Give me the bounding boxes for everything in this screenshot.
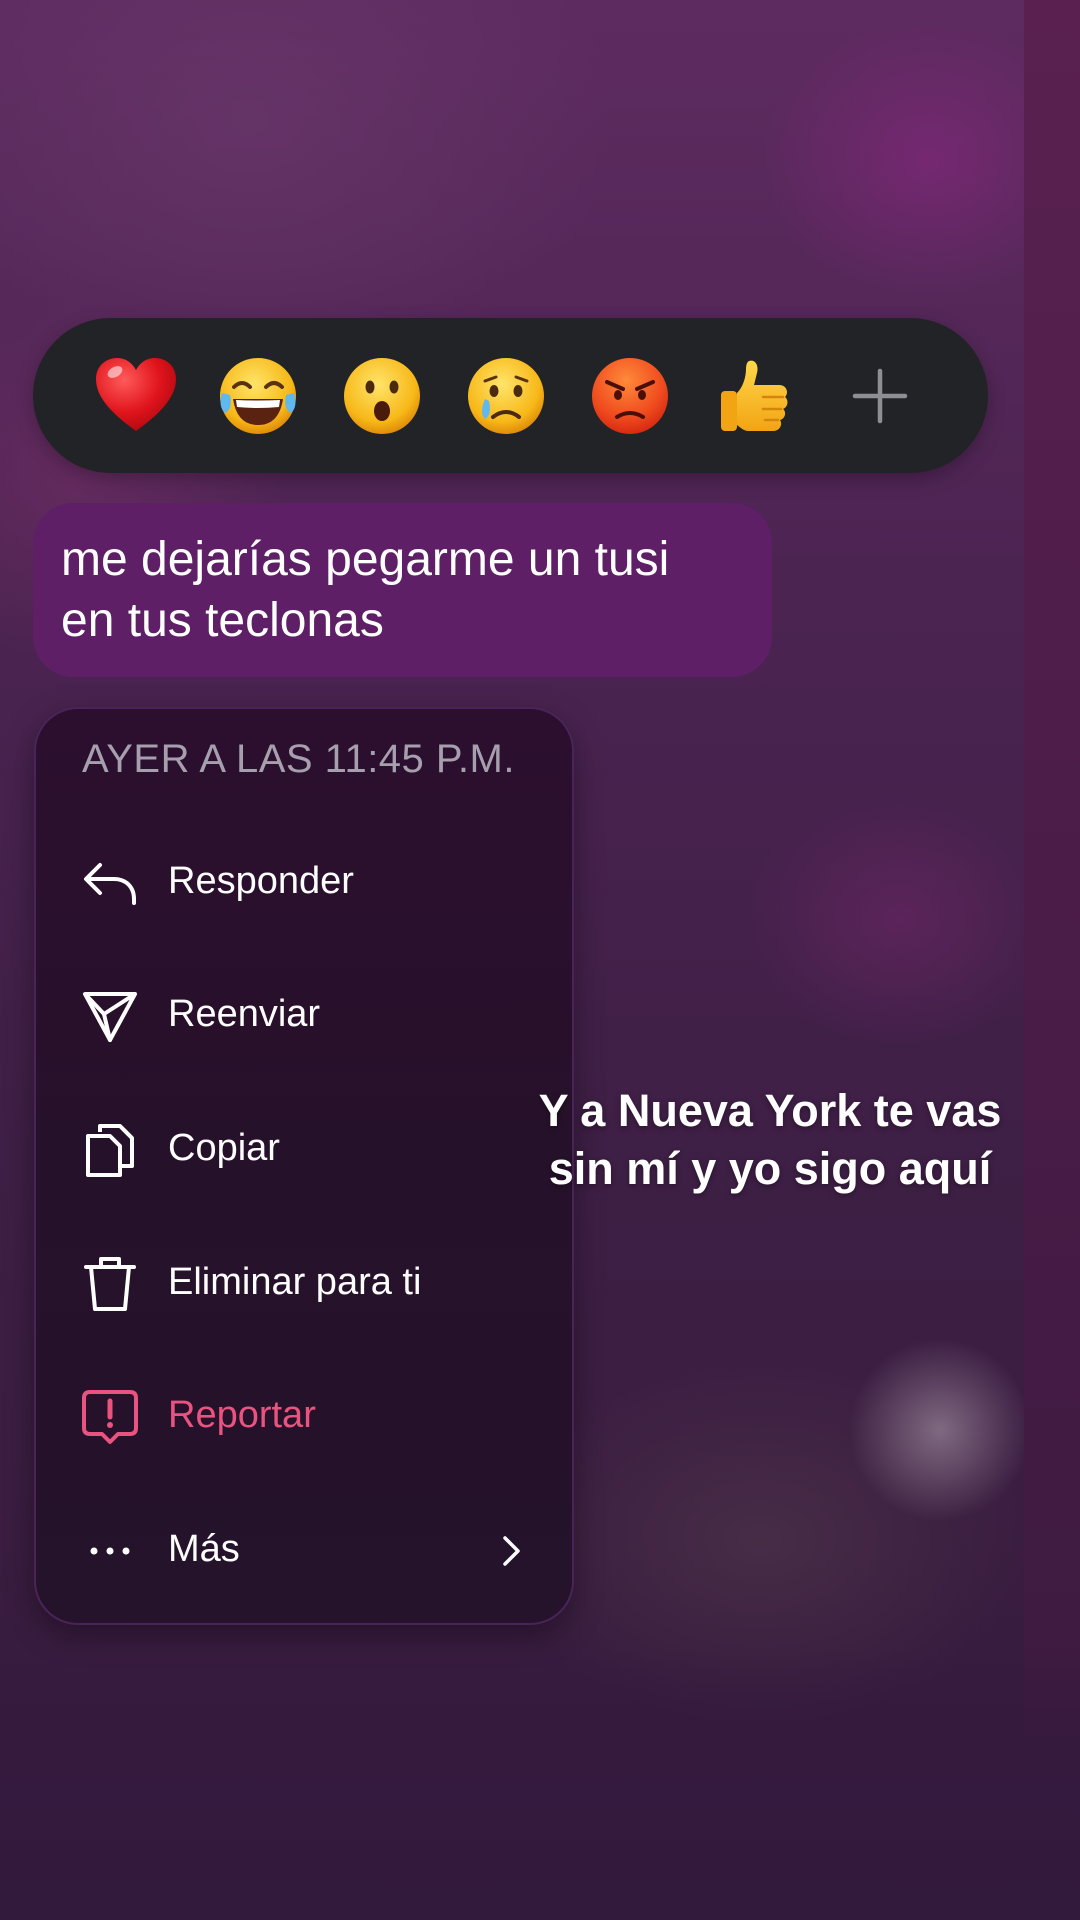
trash-icon [80,1254,140,1314]
menu-item-copy-label: Copiar [168,1127,280,1169]
message-bubble[interactable]: me dejarías pegarme un tusi en tus teclo… [33,503,772,677]
menu-item-reply[interactable]: Responder [36,828,572,938]
chevron-right-icon [494,1534,528,1568]
reaction-thumbs-up-icon[interactable] [713,355,795,437]
reaction-crying-icon[interactable] [465,355,547,437]
message-text-line-2: en tus teclonas [61,594,384,647]
copy-icon [80,1120,140,1180]
menu-item-report-label: Reportar [168,1394,316,1436]
send-icon [80,986,140,1046]
reaction-bar [33,318,988,473]
story-caption: Y a Nueva York te vas sin mí y yo sigo a… [510,1082,1030,1198]
message-context-menu: AYER A LAS 11:45 P.M. Responder Reenviar [34,707,574,1625]
reaction-tears-of-joy-icon[interactable] [217,355,299,437]
menu-item-more-label: Más [168,1528,240,1570]
story-caption-line-2: sin mí y yo sigo aquí [548,1143,992,1194]
menu-item-copy[interactable]: Copiar [36,1095,572,1205]
menu-item-reply-label: Responder [168,860,354,902]
reaction-angry-icon[interactable] [589,355,671,437]
reply-icon [80,853,140,913]
menu-item-report[interactable]: Reportar [36,1362,572,1472]
message-timestamp: AYER A LAS 11:45 P.M. [82,737,515,781]
story-caption-line-1: Y a Nueva York te vas [538,1085,1002,1136]
message-text-line-1: me dejarías pegarme un tusi [61,533,670,586]
background-bottom-band [0,1650,1080,1920]
menu-item-delete-label: Eliminar para ti [168,1261,422,1303]
more-dots-icon [80,1521,140,1581]
menu-item-forward-label: Reenviar [168,993,321,1035]
add-reaction-plus-icon[interactable] [845,361,915,431]
reaction-surprised-icon[interactable] [341,355,423,437]
menu-item-delete[interactable]: Eliminar para ti [36,1229,572,1339]
report-icon [80,1387,140,1447]
reaction-heart-icon[interactable] [95,355,177,437]
menu-item-forward[interactable]: Reenviar [36,961,572,1071]
background-right-edge [1024,0,1080,1920]
menu-item-more[interactable]: Más [36,1496,572,1606]
